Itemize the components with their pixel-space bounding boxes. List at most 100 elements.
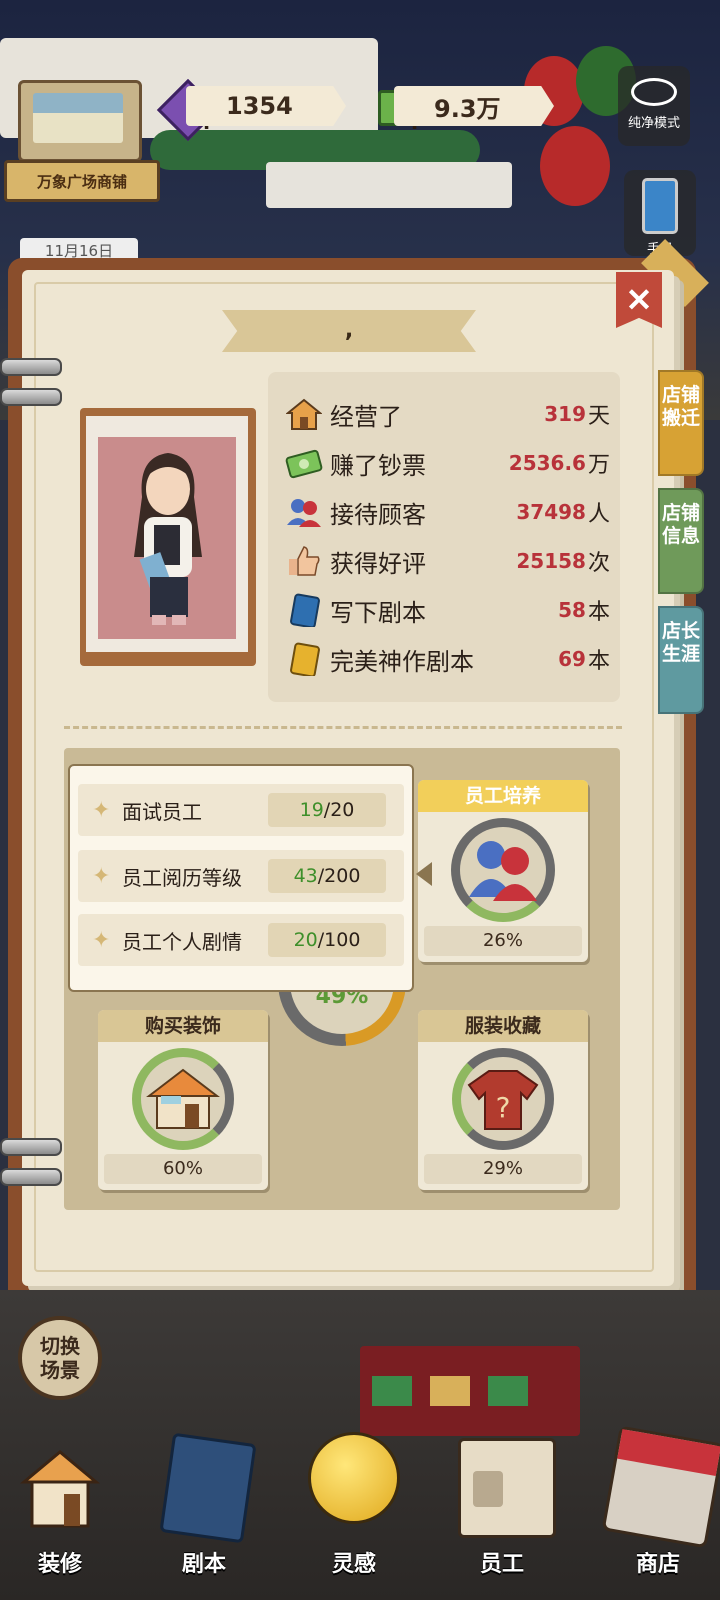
stat-label: 赚了钞票 — [330, 451, 426, 480]
script-book-icon — [284, 592, 324, 628]
tab-shop-relocation[interactable]: 店铺搬迁 — [658, 370, 704, 476]
tooltip-label: 员工个人剧情 — [122, 929, 242, 954]
manager-character-icon — [134, 453, 202, 625]
dashed-divider — [64, 726, 622, 729]
shirt-icon: ? — [452, 1048, 554, 1150]
stat-unit: 天 — [587, 404, 610, 429]
nav-label: 商店 — [635, 1552, 680, 1577]
stat-unit: 本 — [587, 649, 610, 674]
stat-label: 完美神作剧本 — [330, 647, 474, 676]
stat-unit: 万 — [587, 453, 610, 478]
shop-thumbnail[interactable] — [18, 80, 142, 162]
card-percent: 60% — [104, 1154, 262, 1184]
star-icon: ✦ — [92, 927, 111, 953]
progress-current: 19 — [299, 799, 324, 821]
stat-value: 69 — [558, 647, 586, 671]
thumbs-up-icon — [284, 543, 324, 579]
tooltip-progress: 19/20 — [268, 793, 386, 827]
stat-unit: 人 — [587, 502, 610, 527]
staff-card-icon — [458, 1438, 556, 1538]
nav-label: 剧本 — [181, 1552, 226, 1577]
card-title: 服装收藏 — [418, 1010, 588, 1042]
money-value: 9.3万 — [394, 86, 554, 126]
house-icon — [132, 1048, 234, 1150]
gift-stall — [360, 1346, 580, 1436]
binder-ring — [0, 1168, 62, 1186]
sign-board — [266, 162, 512, 208]
eye-icon — [631, 78, 677, 106]
stat-value: 58 — [558, 598, 586, 622]
progress-current: 20 — [293, 929, 318, 951]
stat-value: 319 — [544, 402, 586, 426]
stat-label: 写下剧本 — [330, 598, 426, 627]
costume-collection-card[interactable]: 服装收藏 ? 29% — [418, 1010, 588, 1190]
svg-text:?: ? — [496, 1091, 511, 1124]
star-icon: ✦ — [92, 863, 111, 889]
stat-value: 37498 — [516, 500, 586, 524]
shop-name-label: 万象广场商铺 — [4, 160, 160, 202]
gold-script-icon — [284, 641, 324, 677]
binder-ring — [0, 358, 62, 376]
tooltip-row-experience: ✦ 员工阅历等级 43/200 — [78, 850, 404, 902]
nav-label: 装修 — [37, 1552, 82, 1577]
stat-row-money: 赚了钞票 2536.6 万 — [284, 443, 610, 483]
gems-value: 1354 — [186, 86, 346, 126]
buy-decor-card[interactable]: 购买装饰 60% — [98, 1010, 268, 1190]
cash-icon — [284, 445, 324, 481]
manager-portrait — [98, 437, 236, 639]
progress-total: /100 — [317, 929, 361, 951]
card-title: 购买装饰 — [98, 1010, 268, 1042]
switch-scene-button[interactable]: 切换场景 — [18, 1316, 102, 1400]
nav-decorate[interactable]: 装修 — [0, 1428, 120, 1600]
stat-row-perfect-scripts: 完美神作剧本 69 本 — [284, 639, 610, 679]
tooltip-row-interview: ✦ 面试员工 19/20 — [78, 784, 404, 836]
tooltip-progress: 20/100 — [268, 923, 386, 957]
progress-total: /200 — [317, 865, 361, 887]
shop-icon — [284, 396, 324, 432]
stat-row-scripts: 写下剧本 58 本 — [284, 590, 610, 630]
pure-mode-label: 纯净模式 — [627, 116, 680, 131]
progress-current: 43 — [293, 865, 318, 887]
tab-label: 店长生涯 — [661, 620, 700, 665]
nav-label: 灵感 — [331, 1552, 376, 1577]
stat-value: 2536.6 — [508, 451, 586, 475]
nav-staff[interactable]: 员工 — [442, 1428, 562, 1600]
card-percent: 26% — [424, 926, 582, 956]
tab-label: 店铺搬迁 — [661, 384, 700, 429]
tab-shop-info[interactable]: 店铺信息 — [658, 488, 704, 594]
stat-value: 25158 — [516, 549, 586, 573]
script-icon — [159, 1432, 257, 1544]
tooltip-progress: 43/200 — [268, 859, 386, 893]
tab-manager-career[interactable]: 店长生涯 — [658, 606, 704, 714]
stat-label: 接待顾客 — [330, 500, 426, 529]
player-name-ribbon: , — [222, 310, 476, 352]
tooltip-label: 面试员工 — [122, 799, 202, 824]
switch-scene-label: 切换场景 — [40, 1334, 80, 1382]
stat-row-days: 经营了 319 天 — [284, 394, 610, 434]
tooltip-pointer — [416, 862, 432, 886]
stat-row-customers: 接待顾客 37498 人 — [284, 492, 610, 532]
staff-icon — [451, 818, 555, 922]
stat-label: 经营了 — [330, 402, 402, 431]
binder-ring — [0, 388, 62, 406]
nav-shop[interactable]: 商店 — [598, 1425, 720, 1600]
card-percent: 29% — [424, 1154, 582, 1184]
customers-icon — [284, 494, 324, 530]
tooltip-label: 员工阅历等级 — [122, 865, 242, 890]
lightbulb-icon — [308, 1432, 400, 1524]
shop-box-icon — [601, 1425, 720, 1549]
tab-label: 店铺信息 — [661, 502, 700, 547]
phone-icon — [642, 178, 678, 234]
nav-script[interactable]: 剧本 — [144, 1428, 264, 1600]
stat-unit: 本 — [587, 600, 610, 625]
binder-ring — [0, 1138, 62, 1156]
stat-row-reviews: 获得好评 25158 次 — [284, 541, 610, 581]
stat-unit: 次 — [587, 551, 610, 576]
tooltip-row-story: ✦ 员工个人剧情 20/100 — [78, 914, 404, 966]
progress-total: /20 — [323, 799, 355, 821]
staff-training-card[interactable]: 员工培养 26% — [418, 780, 588, 962]
pure-mode-button[interactable]: 纯净模式 — [618, 66, 690, 146]
nav-label: 员工 — [479, 1552, 524, 1577]
nav-inspiration[interactable]: 灵感 — [294, 1428, 414, 1600]
card-title: 员工培养 — [418, 780, 588, 812]
